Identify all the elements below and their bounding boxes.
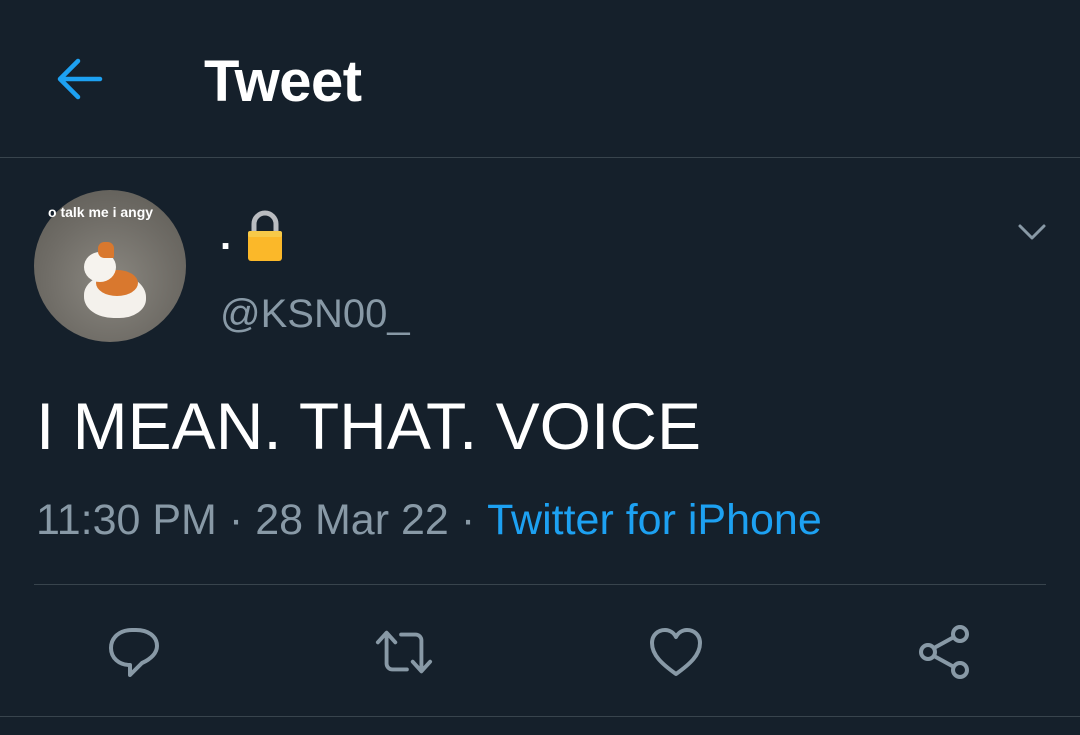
share-button[interactable] — [914, 622, 974, 682]
divider — [0, 716, 1080, 717]
like-button[interactable] — [646, 622, 706, 682]
chevron-down-icon — [1018, 224, 1046, 240]
tweet-source-link[interactable]: Twitter for iPhone — [487, 496, 822, 544]
display-name[interactable]: . — [220, 206, 285, 266]
top-app-bar: Tweet — [0, 0, 1080, 158]
meta-separator: · — [228, 496, 244, 544]
avatar-cat-ear — [98, 242, 114, 258]
lock-icon — [248, 210, 283, 261]
reply-icon — [109, 628, 159, 677]
reply-button[interactable] — [104, 622, 164, 682]
user-handle[interactable]: @KSN00_ — [220, 290, 410, 338]
meta-separator: · — [460, 496, 476, 544]
more-options-button[interactable] — [1012, 212, 1052, 252]
divider — [34, 584, 1046, 585]
tweet-date: 28 Mar 22 — [255, 496, 449, 544]
tweet-time: 11:30 PM — [36, 496, 217, 544]
tweet-text: I MEAN. THAT. VOICE — [36, 389, 701, 463]
tweet-meta: 11:30 PM · 28 Mar 22 · Twitter for iPhone — [36, 492, 822, 548]
arrow-left-icon — [57, 58, 103, 100]
tweet-actions — [0, 586, 1080, 716]
share-icon — [919, 625, 969, 679]
heart-icon — [650, 628, 702, 676]
page-title: Tweet — [204, 49, 362, 114]
back-button[interactable] — [48, 50, 110, 108]
display-name-text: . — [220, 214, 232, 258]
retweet-button[interactable] — [374, 622, 434, 682]
retweet-icon — [375, 630, 433, 674]
avatar-caption: o talk me i angy — [48, 204, 154, 220]
